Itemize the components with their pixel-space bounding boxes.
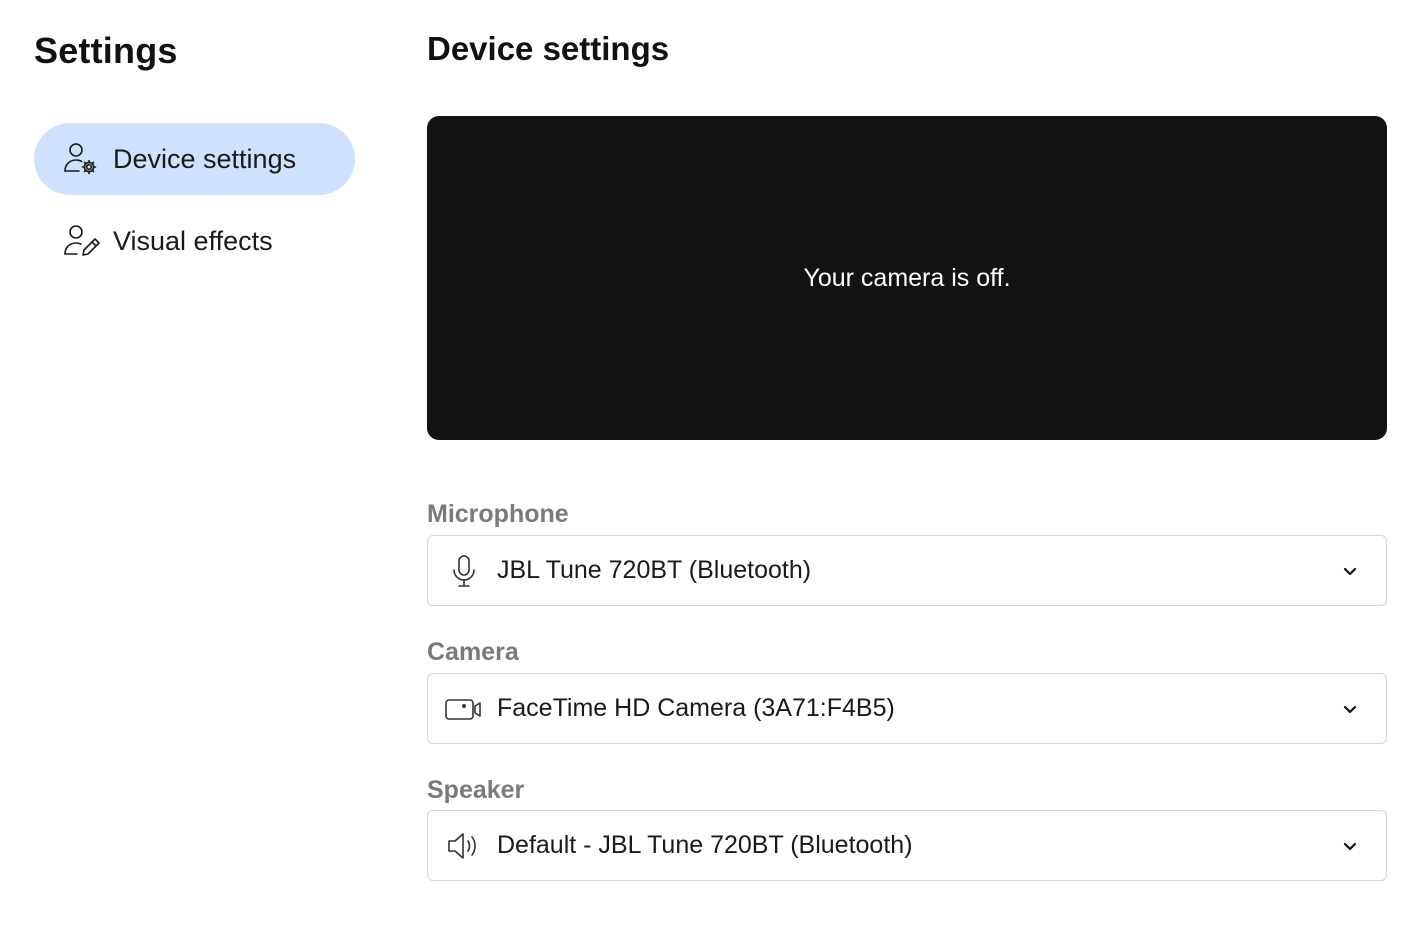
camera-select[interactable]: FaceTime HD Camera (3A71:F4B5) bbox=[427, 673, 1387, 744]
microphone-label: Microphone bbox=[427, 500, 569, 528]
sidebar-title: Settings bbox=[34, 30, 178, 71]
person-gear-icon bbox=[62, 140, 100, 178]
camera-value: FaceTime HD Camera (3A71:F4B5) bbox=[497, 694, 895, 722]
microphone-value: JBL Tune 720BT (Bluetooth) bbox=[497, 556, 812, 584]
camera-off-message: Your camera is off. bbox=[803, 263, 1011, 292]
sidebar-item-visual-effects[interactable]: Visual effects bbox=[34, 205, 355, 277]
microphone-icon bbox=[444, 551, 484, 591]
speaker-value: Default - JBL Tune 720BT (Bluetooth) bbox=[497, 831, 913, 859]
speaker-label: Speaker bbox=[427, 776, 525, 804]
video-camera-icon bbox=[444, 689, 484, 729]
page-title: Device settings bbox=[427, 30, 670, 67]
sidebar-item-label: Device settings bbox=[113, 143, 297, 174]
speaker-icon bbox=[444, 826, 484, 866]
chevron-down-icon bbox=[1338, 697, 1362, 721]
sidebar-item-label: Visual effects bbox=[113, 225, 273, 256]
camera-preview: Your camera is off. bbox=[427, 116, 1387, 440]
speaker-select[interactable]: Default - JBL Tune 720BT (Bluetooth) bbox=[427, 810, 1387, 881]
person-pen-icon bbox=[62, 222, 100, 260]
chevron-down-icon bbox=[1338, 834, 1362, 858]
sidebar-item-device-settings[interactable]: Device settings bbox=[34, 123, 355, 195]
microphone-select[interactable]: JBL Tune 720BT (Bluetooth) bbox=[427, 535, 1387, 606]
camera-label: Camera bbox=[427, 638, 519, 666]
chevron-down-icon bbox=[1338, 559, 1362, 583]
settings-page: Settings Device settings Visual effects … bbox=[0, 0, 1418, 942]
